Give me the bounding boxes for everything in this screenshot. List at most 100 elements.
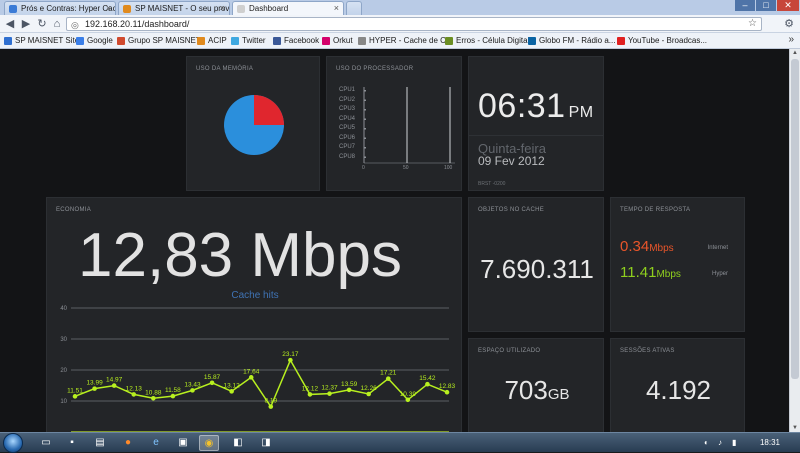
tab-favicon bbox=[123, 5, 131, 13]
bookmark-facebook[interactable]: Facebook bbox=[273, 35, 319, 47]
program-icon[interactable]: ◨ bbox=[256, 435, 276, 451]
cpu-label: CPU3 bbox=[339, 106, 356, 112]
chart-ytick-label: 10 bbox=[60, 399, 67, 405]
divider bbox=[469, 135, 603, 136]
minimize-button[interactable]: – bbox=[735, 0, 755, 11]
close-window-button[interactable]: ✕ bbox=[777, 0, 799, 11]
chart-data-label: 11.51 bbox=[67, 387, 83, 394]
back-arrow-icon[interactable]: ◀ bbox=[3, 17, 17, 31]
bookmark-globo-fm[interactable]: Globo FM - Rádio a... bbox=[528, 35, 615, 47]
tab-sp-maisnet[interactable]: SP MAISNET - O seu prove × bbox=[118, 1, 230, 15]
bookmark-icon bbox=[231, 37, 239, 45]
response-time-widget: TEMPO DE RESPOSTA 0.34Mbps Internet 11.4… bbox=[610, 197, 745, 332]
bookmark-acip[interactable]: ACIP bbox=[197, 35, 227, 47]
space-used-value: 703GB bbox=[469, 375, 605, 406]
close-icon[interactable]: × bbox=[334, 3, 339, 13]
hyper-speed: 11.41Mbps bbox=[620, 264, 681, 281]
command-prompt-icon[interactable]: ▪ bbox=[62, 435, 82, 451]
new-tab-button[interactable] bbox=[346, 1, 362, 15]
bookmarks-bar: SP MAISNET Site Google Grupo SP MAISNET … bbox=[0, 33, 800, 49]
chevron-right-icon[interactable]: » bbox=[788, 34, 794, 45]
hyper-speed-unit: Mbps bbox=[656, 269, 681, 280]
image-viewer-icon[interactable]: ▣ bbox=[173, 435, 193, 451]
internet-speed: 0.34Mbps bbox=[620, 238, 674, 255]
cpu-label: CPU6 bbox=[339, 134, 356, 141]
internet-speed-unit: Mbps bbox=[649, 243, 674, 254]
bookmark-youtube[interactable]: YouTube - Broadcas... bbox=[617, 35, 707, 47]
bookmark-icon bbox=[445, 37, 453, 45]
program-icon[interactable]: ◧ bbox=[228, 435, 248, 451]
forward-arrow-icon[interactable]: ▶ bbox=[19, 17, 33, 31]
space-unit: GB bbox=[547, 386, 570, 403]
cpu-bar bbox=[364, 156, 366, 158]
chart-data-label: 11.58 bbox=[165, 387, 181, 394]
clock-hours-minutes: 06:31 bbox=[478, 87, 566, 125]
dashboard: USO DA MEMÓRIA USO DO PROCESSADOR CPU1 C… bbox=[0, 49, 789, 432]
wrench-icon[interactable]: ⚙ bbox=[784, 17, 794, 30]
cpu-axis-tick: 50 bbox=[403, 165, 409, 171]
taskbar-clock[interactable]: 18:31 bbox=[760, 438, 780, 447]
bookmark-label: Facebook bbox=[284, 36, 320, 45]
show-desktop-icon[interactable]: ▭ bbox=[36, 435, 56, 451]
cpu-label: CPU5 bbox=[339, 125, 356, 131]
bookmark-label: SP MAISNET Site bbox=[15, 36, 80, 45]
star-icon[interactable]: ☆ bbox=[748, 18, 757, 30]
close-icon[interactable]: × bbox=[106, 3, 111, 13]
close-icon[interactable]: × bbox=[220, 3, 225, 13]
firefox-icon[interactable]: ● bbox=[118, 435, 138, 451]
bookmark-sp-maisnet-site[interactable]: SP MAISNET Site bbox=[4, 35, 79, 47]
maximize-button[interactable]: □ bbox=[756, 0, 776, 11]
scrollbar-thumb[interactable] bbox=[791, 59, 799, 379]
start-button[interactable] bbox=[3, 433, 23, 453]
chart-point bbox=[72, 394, 78, 399]
bookmark-erros-celula-digital[interactable]: Erros - Célula Digital bbox=[445, 35, 529, 47]
battery-icon[interactable]: ▮ bbox=[732, 438, 736, 447]
chart-data-label: 10.88 bbox=[145, 389, 162, 396]
bookmark-google[interactable]: Google bbox=[76, 35, 113, 47]
chrome-icon[interactable]: ◉ bbox=[199, 435, 219, 451]
cpu-bar bbox=[364, 99, 366, 101]
cpu-label: CPU2 bbox=[339, 96, 356, 103]
page-scrollbar[interactable]: ▲ ▼ bbox=[789, 49, 800, 432]
network-icon[interactable]: ◐ bbox=[704, 438, 709, 447]
chart-point bbox=[327, 391, 332, 396]
chart-data-label: 15.42 bbox=[419, 375, 436, 382]
tab-favicon bbox=[9, 5, 17, 13]
scroll-up-icon[interactable]: ▲ bbox=[791, 50, 799, 56]
home-icon[interactable]: ⌂ bbox=[50, 17, 64, 31]
bookmark-twitter[interactable]: Twitter bbox=[231, 35, 266, 47]
browser-toolbar: ◀ ▶ ↻ ⌂ ◎ 192.168.20.11/dashboard/ ☆ ⚙ bbox=[0, 15, 800, 33]
economy-widget: ECONOMIA 12,83 Mbps Cache hits 40 30 20 10 … bbox=[46, 197, 462, 432]
bookmark-icon bbox=[322, 37, 330, 45]
memory-pie-chart bbox=[224, 95, 284, 155]
bookmark-label: Orkut bbox=[333, 36, 353, 45]
clock-ampm: PM bbox=[568, 104, 594, 121]
volume-icon[interactable]: ♪ bbox=[718, 438, 722, 447]
bookmark-grupo-sp-maisnet[interactable]: Grupo SP MAISNET bbox=[117, 35, 201, 47]
chart-point bbox=[405, 397, 411, 403]
chart-data-label: 17.64 bbox=[243, 368, 260, 375]
tab-hyper-cache[interactable]: Prós e Contras: Hyper Cach × bbox=[4, 1, 116, 15]
reload-icon[interactable]: ↻ bbox=[35, 17, 49, 31]
tab-favicon bbox=[237, 5, 245, 13]
bookmark-orkut[interactable]: Orkut bbox=[322, 35, 353, 47]
address-bar[interactable]: ◎ 192.168.20.11/dashboard/ ☆ bbox=[66, 17, 762, 31]
chart-point bbox=[190, 388, 195, 393]
bookmark-hyper-cache[interactable]: HYPER - Cache de C... bbox=[358, 35, 453, 47]
internet-explorer-icon[interactable]: e bbox=[146, 435, 166, 451]
folder-icon[interactable]: ▤ bbox=[90, 435, 110, 451]
cpu-label: CPU4 bbox=[339, 115, 356, 122]
clock-date: 09 Fev 2012 bbox=[478, 154, 545, 168]
cpu-bar bbox=[364, 118, 366, 120]
chart-point bbox=[151, 395, 156, 401]
tab-dashboard[interactable]: Dashboard × bbox=[232, 1, 344, 15]
widget-title: ESPAÇO UTILIZADO bbox=[478, 348, 541, 354]
chart-data-label: 12.83 bbox=[439, 383, 456, 390]
cache-hits-line-chart: 40302010 11.5113.99 14.9712.1310.88 11.581… bbox=[60, 306, 456, 432]
chart-point bbox=[444, 389, 450, 395]
chart-point bbox=[425, 381, 430, 387]
scroll-down-icon[interactable]: ▼ bbox=[791, 425, 799, 431]
cpu-axis-tick: 100 bbox=[444, 165, 453, 171]
chart-point bbox=[307, 392, 313, 397]
cache-objects-widget: OBJETOS NO CACHE 7.690.311 bbox=[468, 197, 604, 332]
